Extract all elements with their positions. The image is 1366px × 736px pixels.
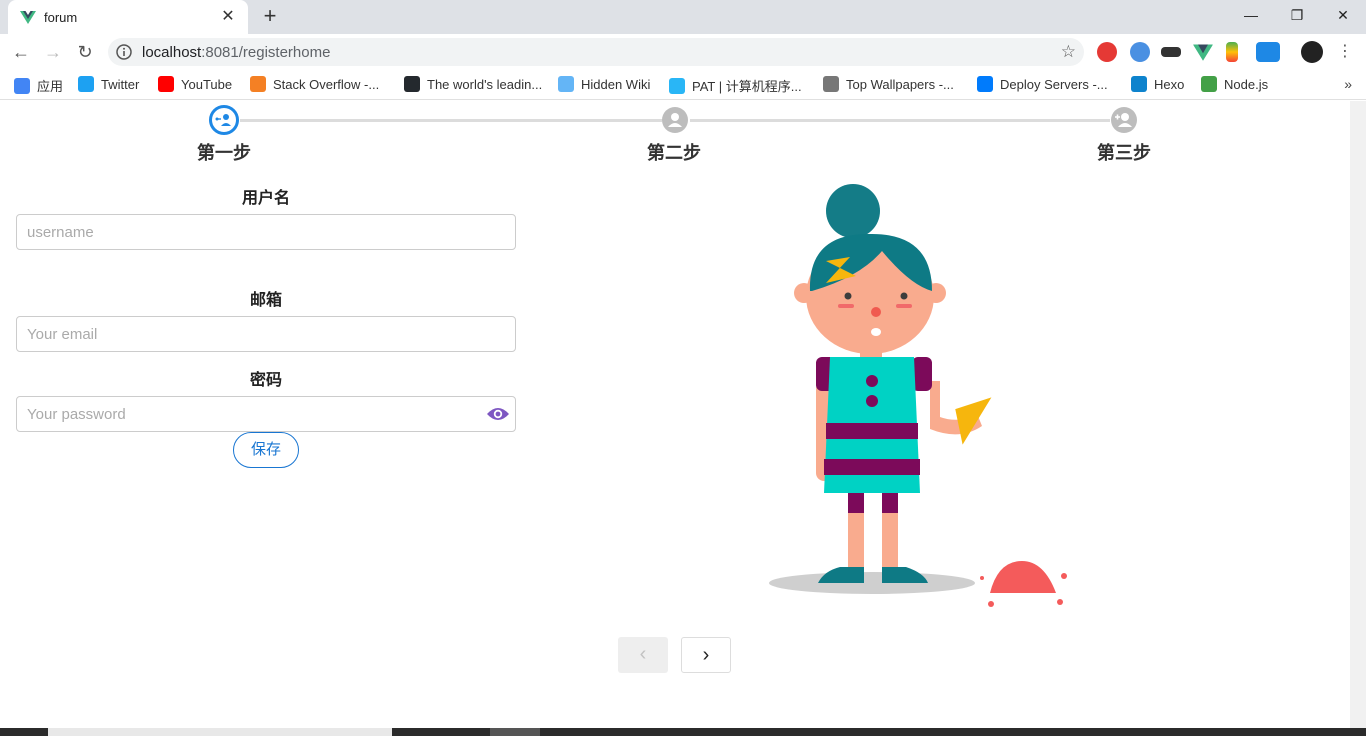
tab-strip: forum ✕ + — ❐ ✕ (0, 0, 1366, 34)
vultr-icon (977, 76, 993, 92)
bookmark-twitter[interactable]: Twitter (78, 76, 139, 94)
taskbar-app[interactable] (490, 728, 540, 736)
bookmarks-bar: 应用 Twitter YouTube Stack Overflow -... T… (0, 70, 1366, 100)
vue-devtools-icon[interactable] (1193, 42, 1213, 62)
pat-icon (669, 78, 685, 94)
bookmark-deploy-servers[interactable]: Deploy Servers -... (977, 76, 1108, 94)
bookmark-github[interactable]: The world's leadin... (404, 76, 542, 94)
forward-button[interactable]: → (40, 39, 66, 65)
address-bar[interactable]: localhost:8081/registerhome ☆ (108, 38, 1084, 66)
opera-extension-icon[interactable] (1097, 42, 1117, 62)
bookmark-apps[interactable]: 应用 (14, 76, 63, 94)
more-bookmarks-icon[interactable]: » (1344, 76, 1352, 92)
step-3-label: 第三步 (1097, 143, 1151, 163)
download-extension-icon[interactable] (1226, 42, 1238, 62)
back-button[interactable]: ← (8, 39, 34, 65)
profile-avatar[interactable] (1301, 41, 1323, 63)
user-icon (668, 113, 682, 127)
os-taskbar (0, 728, 1366, 736)
username-label: 用户名 (241, 190, 290, 207)
bookmark-youtube[interactable]: YouTube (158, 76, 232, 94)
step-2-icon[interactable] (662, 107, 688, 133)
register-page: 第一步 第二步 第三步 用户名 邮箱 密码 保存 (0, 101, 1350, 728)
checkmark-extension-icon[interactable] (1130, 42, 1150, 62)
user-add-icon (1115, 113, 1132, 127)
browser-toolbar: ← → ↻ localhost:8081/registerhome ☆ ⋮ (0, 34, 1366, 70)
close-tab-icon[interactable]: ✕ (218, 7, 238, 27)
user-connect-icon (215, 114, 231, 126)
step-1-icon[interactable] (209, 105, 239, 135)
url-text: localhost:8081/registerhome (142, 44, 331, 61)
step-2-label: 第二步 (647, 143, 701, 163)
mask-extension-icon[interactable] (1161, 47, 1181, 57)
eye-icon[interactable] (486, 406, 510, 422)
email-label: 邮箱 (249, 292, 282, 309)
prev-page-button[interactable]: ‹ (618, 637, 668, 673)
bookmark-wallpapers[interactable]: Top Wallpapers -... (823, 76, 954, 94)
bookmark-nodejs[interactable]: Node.js (1201, 76, 1268, 94)
bookmark-hidden-wiki[interactable]: Hidden Wiki (558, 76, 650, 94)
hexo-icon (1131, 76, 1147, 92)
page-icon (558, 76, 574, 92)
restore-button[interactable]: ❐ (1274, 0, 1320, 30)
bookmark-hexo[interactable]: Hexo (1131, 76, 1184, 94)
new-extension-icon[interactable] (1256, 42, 1280, 62)
apps-grid-icon (14, 78, 30, 94)
vertical-scrollbar[interactable] (1350, 101, 1366, 728)
bookmark-star-icon[interactable]: ☆ (1061, 42, 1076, 62)
tab-title: forum (44, 10, 78, 25)
username-input[interactable] (16, 214, 516, 250)
wallpaper-icon (823, 76, 839, 92)
nodejs-icon (1201, 76, 1217, 92)
save-button[interactable]: 保存 (233, 432, 299, 468)
step-1-label: 第一步 (197, 143, 251, 163)
password-input[interactable] (16, 396, 516, 432)
bookmark-stackoverflow[interactable]: Stack Overflow -... (250, 76, 379, 94)
close-window-button[interactable]: ✕ (1320, 0, 1366, 30)
youtube-icon (158, 76, 174, 92)
password-label: 密码 (249, 372, 282, 389)
step-3-icon[interactable] (1111, 107, 1137, 133)
reload-button[interactable]: ↻ (72, 39, 98, 65)
minimize-button[interactable]: — (1228, 0, 1274, 30)
github-icon (404, 76, 420, 92)
new-tab-button[interactable]: + (258, 5, 282, 29)
next-page-button[interactable]: › (681, 637, 731, 673)
browser-tab[interactable]: forum ✕ (8, 0, 248, 34)
twitter-icon (78, 76, 94, 92)
taskbar-search[interactable] (48, 728, 392, 736)
girl-illustration (769, 184, 1067, 607)
stackoverflow-icon (250, 76, 266, 92)
vue-logo-icon (20, 11, 36, 24)
step-connector (690, 119, 1110, 122)
step-connector (240, 119, 662, 122)
bookmark-pat[interactable]: PAT | 计算机程序... (669, 76, 802, 94)
info-icon[interactable] (116, 44, 132, 60)
email-input[interactable] (16, 316, 516, 352)
menu-kebab-icon[interactable]: ⋮ (1332, 39, 1358, 65)
